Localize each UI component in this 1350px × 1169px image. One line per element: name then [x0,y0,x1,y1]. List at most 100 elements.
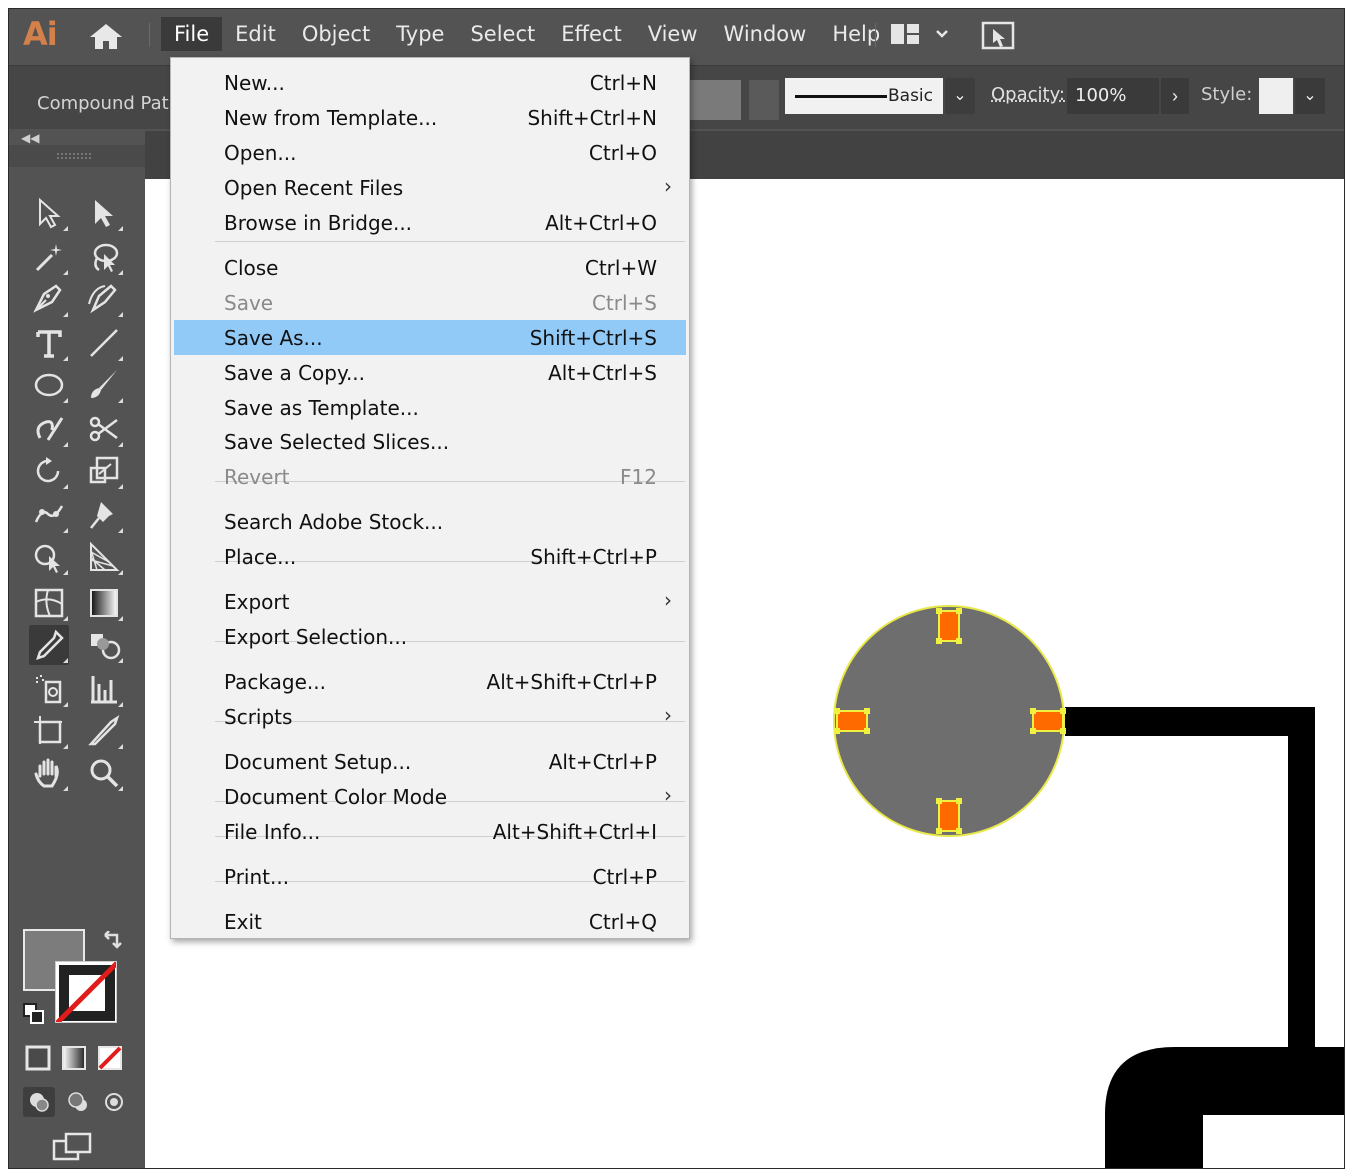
line-segment-icon[interactable] [84,323,124,363]
ellipse-icon[interactable] [29,365,69,405]
opacity-input[interactable]: 100% [1067,78,1159,114]
menu-item-export-selection[interactable]: Export Selection... [174,619,686,654]
artboard-icon[interactable] [29,711,69,751]
menu-item-place[interactable]: Place... Shift+Ctrl+P [174,539,686,574]
menu-item-save-as-template[interactable]: Save as Template... [174,390,686,425]
menu-item-package[interactable]: Package... Alt+Shift+Ctrl+P [174,664,686,699]
type-icon[interactable] [29,323,69,363]
menu-item-label: New... [224,71,285,95]
default-colors-icon[interactable] [23,1003,45,1030]
mesh-icon[interactable] [29,583,69,623]
menu-object[interactable]: Object [289,17,383,51]
shaper-icon[interactable] [29,409,69,449]
none-mode-icon[interactable] [97,1045,123,1076]
shape-builder-icon[interactable] [29,537,69,577]
magic-wand-icon[interactable] [29,237,69,277]
home-icon[interactable] [89,23,123,54]
draw-normal-icon[interactable] [23,1087,55,1117]
pin-icon[interactable] [84,495,124,535]
menu-view[interactable]: View [635,17,711,51]
lasso-icon[interactable] [84,237,124,277]
menu-item-label: Export Selection... [224,625,408,649]
swap-fill-stroke-icon[interactable] [101,930,123,958]
graphic-style-swatch[interactable] [1259,78,1293,114]
menu-item-shortcut: Alt+Ctrl+O [545,211,657,235]
slice-icon[interactable] [84,711,124,751]
menu-help[interactable]: Help [819,17,893,51]
column-graph-icon[interactable] [84,669,124,709]
symbol-sprayer-icon[interactable] [29,669,69,709]
screen-mode-icon[interactable] [51,1131,95,1168]
chevron-down-icon[interactable]: ⌄ [1295,78,1325,114]
puppet-warp-icon[interactable] [29,495,69,535]
file-menu-dropdown: New... Ctrl+N New from Template... Shift+Ct… [170,57,690,939]
menu-item-save-a-copy[interactable]: Save a Copy... Alt+Ctrl+S [174,355,686,390]
chevron-down-icon[interactable]: ⌄ [945,78,975,114]
collapse-panel-icon[interactable]: ◀◀ [21,131,39,145]
brush-definition-selector[interactable]: Basic [785,78,943,114]
menu-item-export[interactable]: Export › [174,584,686,619]
blend-icon[interactable] [84,625,124,665]
draw-inside-icon[interactable] [99,1087,129,1117]
menu-item-file-info[interactable]: File Info... Alt+Shift+Ctrl+I [174,814,686,849]
hand-icon[interactable] [29,753,69,793]
menu-item-exit[interactable]: Exit Ctrl+Q [174,904,686,939]
anchor-marker[interactable] [836,710,868,732]
menu-edit[interactable]: Edit [222,17,289,51]
menu-item-open-recent-files[interactable]: Open Recent Files › [174,170,686,205]
gradient-mode-icon[interactable] [61,1045,87,1076]
menu-item-revert[interactable]: Revert F12 [174,459,686,494]
workspace-switcher-icon[interactable] [889,23,953,50]
menu-item-save[interactable]: Save Ctrl+S [174,285,686,320]
scissors-icon[interactable] [84,409,124,449]
eyedropper-icon[interactable] [29,625,69,665]
opacity-label[interactable]: Opacity: [991,84,1065,105]
grip-icon[interactable] [57,153,91,159]
zoom-icon[interactable] [84,753,124,793]
direct-selection-icon[interactable] [84,193,124,233]
menu-type[interactable]: Type [383,17,457,51]
menu-item-label: Save [224,291,274,315]
arrange-documents-icon[interactable] [981,21,1017,56]
menu-effect[interactable]: Effect [548,17,634,51]
menu-item-new-from-template[interactable]: New from Template... Shift+Ctrl+N [174,100,686,135]
menu-item-document-color-mode[interactable]: Document Color Mode › [174,779,686,814]
stroke-weight-dropdown[interactable] [749,80,779,120]
menu-item-scripts[interactable]: Scripts › [174,699,686,734]
menu-item-shortcut: Ctrl+O [588,141,657,165]
perspective-grid-icon[interactable] [84,537,124,577]
draw-behind-icon[interactable] [63,1087,93,1117]
curvature-icon[interactable] [84,279,124,319]
stroke-color-swatch[interactable] [55,961,117,1023]
menu-item-search-adobe-stock[interactable]: Search Adobe Stock... [174,504,686,539]
scale-icon[interactable] [84,451,124,491]
menu-item-print[interactable]: Print... Ctrl+P [174,859,686,894]
connector-shape[interactable] [1065,707,1315,1059]
menu-select[interactable]: Select [457,17,548,51]
menu-item-new[interactable]: New... Ctrl+N [174,65,686,100]
rotate-icon[interactable] [29,451,69,491]
menu-item-label: Exit [224,910,262,934]
menu-item-label: Open Recent Files [224,176,404,200]
menu-item-label: Save a Copy... [224,361,366,385]
anchor-marker[interactable] [938,800,960,832]
menu-item-document-setup[interactable]: Document Setup... Alt+Ctrl+P [174,744,686,779]
menu-window[interactable]: Window [711,17,820,51]
menu-item-label: Save As... [224,326,323,350]
menu-item-close[interactable]: Close Ctrl+W [174,250,686,285]
menu-item-save-as[interactable]: Save As... Shift+Ctrl+S [174,320,686,355]
anchor-marker[interactable] [1032,710,1064,732]
pen-icon[interactable] [29,279,69,319]
menu-item-shortcut: Ctrl+N [589,71,657,95]
tools-panel-header[interactable] [9,145,145,167]
menu-item-open[interactable]: Open... Ctrl+O [174,135,686,170]
menu-item-save-selected-slices[interactable]: Save Selected Slices... [174,424,686,459]
menu-file[interactable]: File [161,17,223,51]
paintbrush-icon[interactable] [84,365,124,405]
color-mode-icon[interactable] [25,1045,51,1076]
anchor-marker[interactable] [938,610,960,642]
gradient-icon[interactable] [84,583,124,623]
selection-icon[interactable] [29,193,69,233]
chevron-right-icon[interactable]: › [1161,78,1189,114]
menu-item-browse-in-bridge[interactable]: Browse in Bridge... Alt+Ctrl+O [174,205,686,240]
